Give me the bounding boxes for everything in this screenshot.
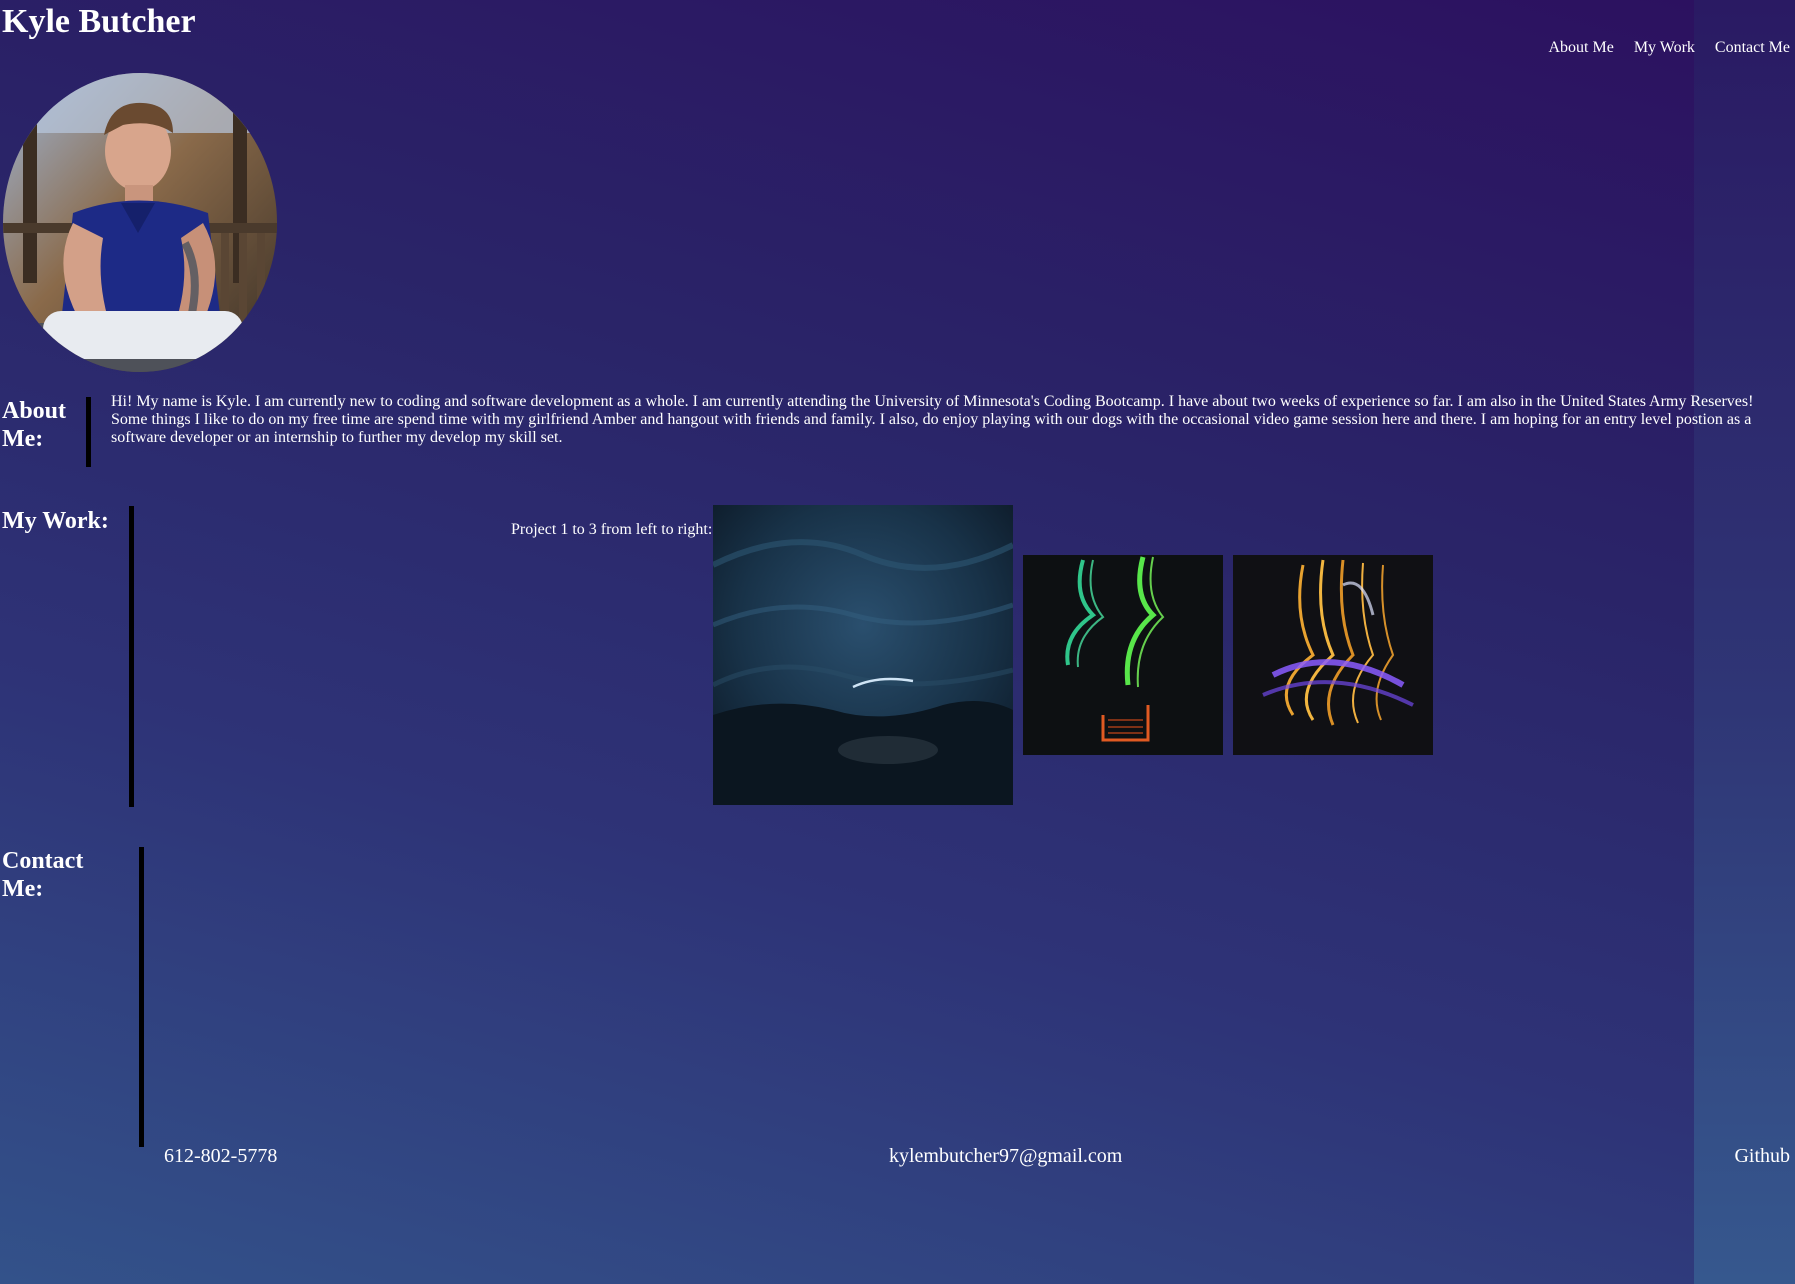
- profile-photo: [3, 73, 277, 372]
- contact-divider: [139, 847, 144, 1147]
- about-text: Hi! My name is Kyle. I am currently new …: [111, 393, 1754, 446]
- page-background-right: [1694, 0, 1795, 1284]
- project-2-image[interactable]: [1023, 555, 1223, 755]
- github-link[interactable]: Github: [1734, 1144, 1790, 1168]
- contact-email[interactable]: kylembutcher97@gmail.com: [889, 1144, 1122, 1168]
- nav-link-about-me[interactable]: About Me: [1548, 38, 1613, 58]
- nav-link-my-work[interactable]: My Work: [1634, 38, 1695, 58]
- contact-heading: Contact Me:: [2, 848, 84, 902]
- site-title: Kyle Butcher: [2, 3, 196, 40]
- work-divider: [129, 506, 134, 807]
- work-heading: My Work:: [2, 508, 109, 534]
- contact-phone[interactable]: 612-802-5778: [164, 1144, 277, 1168]
- project-1-image[interactable]: [713, 505, 1013, 805]
- about-heading: About Me:: [2, 398, 67, 452]
- about-divider: [86, 397, 91, 467]
- project-3-image[interactable]: [1233, 555, 1433, 755]
- work-caption: Project 1 to 3 from left to right:: [511, 521, 713, 538]
- top-nav: About Me My Work Contact Me: [1548, 38, 1790, 58]
- nav-link-contact-me[interactable]: Contact Me: [1715, 38, 1790, 58]
